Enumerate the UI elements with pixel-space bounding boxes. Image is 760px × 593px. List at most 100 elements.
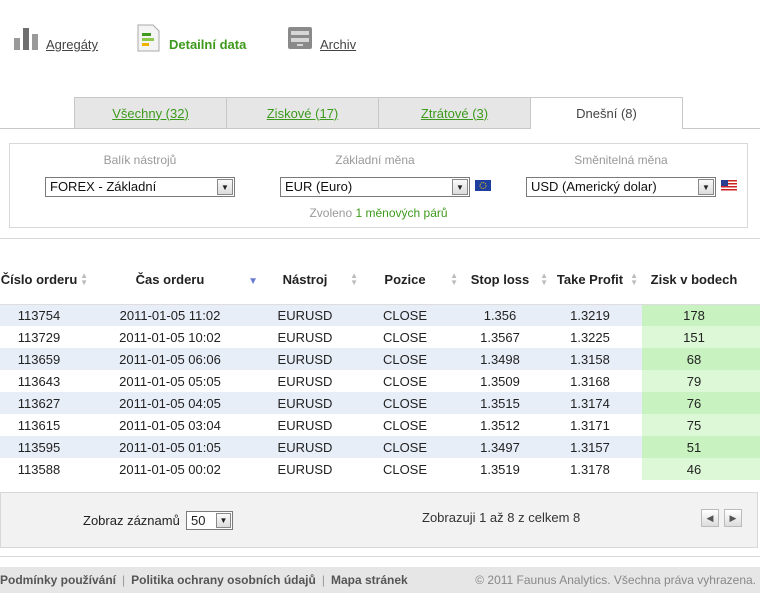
cell-order-time: 2011-01-05 11:02	[92, 304, 262, 326]
cell-order-time: 2011-01-05 05:05	[92, 370, 262, 392]
table-row: 113754 2011-01-05 11:02 EURUSD CLOSE 1.356 1.…	[0, 304, 760, 326]
cell-take-profit: 1.3157	[552, 436, 642, 458]
instrument-label: Balík nástrojů	[103, 153, 177, 167]
quote-currency-value: USD (Americký dolar)	[531, 179, 657, 194]
cell-order-number: 113729	[0, 326, 92, 348]
table-header-row: Číslo orderu ▲ ▼ Čas orderu ▼ Nástroj ▲ ▼ Poz…	[0, 256, 760, 305]
cell-instrument: EURUSD	[262, 370, 362, 392]
bar-chart-icon	[12, 24, 40, 52]
nav-label-detailni-data: Detailní data	[169, 37, 247, 52]
next-page-button[interactable]: ▶	[724, 509, 742, 527]
cell-profit-points: 75	[642, 414, 760, 436]
column-header-order-time[interactable]: Čas orderu ▼	[92, 256, 262, 305]
cell-order-number: 113659	[0, 348, 92, 370]
footer-link-privacy[interactable]: Politika ochrany osobních údajů	[131, 573, 316, 587]
chevron-down-icon: ▼	[216, 513, 231, 528]
chosen-pairs-text: Zvoleno 1 měnových párů	[10, 206, 747, 220]
cell-take-profit: 1.3158	[552, 348, 642, 370]
cell-position: CLOSE	[362, 348, 462, 370]
quote-currency-label: Směnitelná měna	[574, 153, 668, 167]
base-currency-select[interactable]: EUR (Euro) ▼	[280, 177, 470, 197]
cell-stop-loss: 1.3509	[462, 370, 552, 392]
tab-vsechny[interactable]: Všechny (32)	[74, 97, 227, 128]
footer-links: Podmínky používání | Politika ochrany osob…	[0, 573, 408, 587]
cell-order-number: 113643	[0, 370, 92, 392]
column-header-profit-points[interactable]: Zisk v bodech	[642, 256, 760, 305]
cell-position: CLOSE	[362, 304, 462, 326]
sort-icon: ▲ ▼	[350, 271, 358, 287]
quote-currency-select[interactable]: USD (Americký dolar) ▼	[526, 177, 716, 197]
nav-item-archiv[interactable]: Archiv	[286, 24, 356, 52]
cell-take-profit: 1.3219	[552, 304, 642, 326]
previous-page-button[interactable]: ◀	[701, 509, 719, 527]
cell-profit-points: 79	[642, 370, 760, 392]
cell-take-profit: 1.3168	[552, 370, 642, 392]
cell-position: CLOSE	[362, 414, 462, 436]
cell-position: CLOSE	[362, 458, 462, 480]
cell-instrument: EURUSD	[262, 414, 362, 436]
filter-tabs: Všechny (32) Ziskové (17) Ztrátové (3) D…	[74, 97, 683, 129]
column-header-instrument[interactable]: Nástroj ▲ ▼	[262, 256, 362, 305]
cell-take-profit: 1.3171	[552, 414, 642, 436]
table-row: 113729 2011-01-05 10:02 EURUSD CLOSE 1.3567 1…	[0, 326, 760, 348]
sort-icon: ▲ ▼	[450, 271, 458, 287]
cell-take-profit: 1.3174	[552, 392, 642, 414]
top-navigation: Agregáty Detailní data Archiv	[0, 0, 760, 70]
tab-ziskove[interactable]: Ziskové (17)	[227, 97, 379, 128]
us-flag-icon	[721, 180, 737, 191]
eu-flag-icon	[475, 180, 491, 191]
cell-instrument: EURUSD	[262, 458, 362, 480]
sort-descending-icon: ▼	[248, 276, 258, 287]
cell-position: CLOSE	[362, 392, 462, 414]
nav-item-agregaty[interactable]: Agregáty	[12, 24, 98, 52]
page-size-label: Zobraz záznamů	[83, 513, 180, 528]
footer-link-sitemap[interactable]: Mapa stránek	[331, 573, 408, 587]
column-header-order-number[interactable]: Číslo orderu ▲ ▼	[0, 256, 92, 305]
column-header-take-profit[interactable]: Take Profit ▲ ▼	[552, 256, 642, 305]
table-row: 113588 2011-01-05 00:02 EURUSD CLOSE 1.3519 1…	[0, 458, 760, 480]
table-row: 113615 2011-01-05 03:04 EURUSD CLOSE 1.3512 1…	[0, 414, 760, 436]
section-divider	[0, 238, 760, 239]
cell-order-number: 113588	[0, 458, 92, 480]
cell-instrument: EURUSD	[262, 304, 362, 326]
instrument-select[interactable]: FOREX - Základní ▼	[45, 177, 235, 197]
nav-item-detailni-data[interactable]: Detailní data	[135, 24, 246, 52]
cell-order-time: 2011-01-05 01:05	[92, 436, 262, 458]
tab-dnesni[interactable]: Dnešní (8)	[531, 97, 683, 129]
column-header-stop-loss[interactable]: Stop loss ▲ ▼	[462, 256, 552, 305]
cell-order-number: 113627	[0, 392, 92, 414]
table-row: 113659 2011-01-05 06:06 EURUSD CLOSE 1.3498 1…	[0, 348, 760, 370]
cell-position: CLOSE	[362, 370, 462, 392]
cell-profit-points: 76	[642, 392, 760, 414]
chevron-down-icon: ▼	[217, 179, 233, 195]
filter-panel: Balík nástrojů FOREX - Základní ▼ Základ…	[9, 143, 748, 228]
footer-divider	[0, 556, 760, 557]
sort-icon: ▲ ▼	[540, 271, 548, 287]
chosen-pairs-link[interactable]: 1 měnových párů	[355, 206, 447, 220]
cell-order-time: 2011-01-05 10:02	[92, 326, 262, 348]
page-size-select[interactable]: 50 ▼	[186, 511, 233, 530]
page-size-value: 50	[191, 513, 206, 528]
footer-link-terms[interactable]: Podmínky používání	[0, 573, 116, 587]
cell-stop-loss: 1.3498	[462, 348, 552, 370]
cell-position: CLOSE	[362, 326, 462, 348]
table-row: 113643 2011-01-05 05:05 EURUSD CLOSE 1.3509 1…	[0, 370, 760, 392]
cell-order-time: 2011-01-05 00:02	[92, 458, 262, 480]
base-currency-label: Základní měna	[335, 153, 415, 167]
tab-ztratove[interactable]: Ztrátové (3)	[379, 97, 531, 128]
cell-order-number: 113754	[0, 304, 92, 326]
cell-order-time: 2011-01-05 03:04	[92, 414, 262, 436]
chevron-down-icon: ▼	[698, 179, 714, 195]
column-header-position[interactable]: Pozice ▲ ▼	[362, 256, 462, 305]
cell-stop-loss: 1.356	[462, 304, 552, 326]
cell-position: CLOSE	[362, 436, 462, 458]
chosen-prefix: Zvoleno	[309, 206, 353, 220]
cell-order-time: 2011-01-05 06:06	[92, 348, 262, 370]
cell-profit-points: 68	[642, 348, 760, 370]
cell-profit-points: 151	[642, 326, 760, 348]
chevron-down-icon: ▼	[452, 179, 468, 195]
nav-label-archiv: Archiv	[320, 37, 357, 52]
table-row: 113595 2011-01-05 01:05 EURUSD CLOSE 1.3497 1…	[0, 436, 760, 458]
cell-order-number: 113595	[0, 436, 92, 458]
copyright-text: © 2011 Faunus Analytics. Všechna práva v…	[475, 573, 756, 587]
